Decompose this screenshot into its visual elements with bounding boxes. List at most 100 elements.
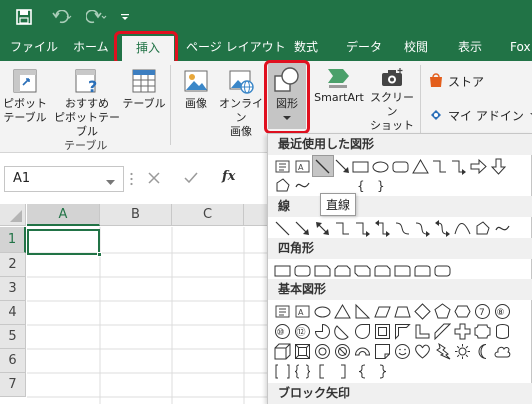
tab-file[interactable]: ファイル bbox=[10, 34, 58, 61]
right-bracket-icon[interactable] bbox=[334, 363, 351, 380]
fill-handle[interactable] bbox=[97, 252, 102, 257]
tab-fox[interactable]: Fox bbox=[510, 34, 531, 61]
freeform-icon[interactable] bbox=[474, 220, 491, 237]
elbow-double-arrow-connector-icon[interactable] bbox=[374, 220, 391, 237]
freeform-icon[interactable] bbox=[274, 177, 291, 194]
customize-qat-icon[interactable] bbox=[118, 0, 132, 34]
elbow-arrow-connector-icon[interactable] bbox=[450, 158, 467, 175]
double-bracket-icon[interactable] bbox=[274, 363, 291, 380]
tab-page-layout[interactable]: ページ レイアウト bbox=[186, 34, 286, 61]
text-box-icon[interactable] bbox=[274, 303, 291, 320]
snip-corner-rectangle-icon[interactable] bbox=[314, 262, 331, 279]
my-addins-button[interactable]: マイ アドイン bbox=[428, 105, 532, 125]
round-diagonal-rectangle-icon[interactable] bbox=[434, 262, 451, 279]
round-same-side-rectangle-icon[interactable] bbox=[414, 262, 431, 279]
vertical-text-box-icon[interactable]: A bbox=[294, 303, 311, 320]
text-box-icon[interactable] bbox=[274, 158, 291, 175]
tab-formulas[interactable]: 数式 bbox=[294, 34, 318, 61]
cancel-icon[interactable] bbox=[148, 172, 160, 187]
isosceles-triangle-icon[interactable] bbox=[334, 303, 351, 320]
save-icon[interactable] bbox=[14, 0, 34, 34]
sun-icon[interactable] bbox=[454, 343, 471, 360]
no-symbol-icon[interactable] bbox=[334, 343, 351, 360]
down-arrow-icon[interactable] bbox=[490, 158, 507, 175]
cross-icon[interactable] bbox=[454, 323, 471, 340]
folded-corner-icon[interactable] bbox=[374, 343, 391, 360]
elbow-connector-icon[interactable] bbox=[431, 158, 448, 175]
oval-icon[interactable] bbox=[372, 158, 389, 175]
recommended-pivot-button[interactable]: ? おすすめ ピボットテーブル bbox=[52, 67, 122, 139]
arrow-line-icon[interactable] bbox=[334, 158, 351, 175]
vertical-text-box-icon[interactable]: A bbox=[294, 158, 311, 175]
decagon-icon[interactable]: ⑩ bbox=[274, 323, 291, 340]
right-brace-icon[interactable] bbox=[374, 363, 391, 380]
plaque-icon[interactable] bbox=[474, 323, 491, 340]
curved-arrow-connector-icon[interactable] bbox=[414, 220, 431, 237]
frame-icon[interactable] bbox=[374, 323, 391, 340]
namebox-dropdown-icon[interactable] bbox=[106, 176, 115, 189]
heptagon-icon[interactable]: 7 bbox=[474, 303, 491, 320]
left-bracket-icon[interactable] bbox=[314, 363, 331, 380]
redo-icon[interactable] bbox=[84, 0, 110, 34]
left-brace-icon[interactable] bbox=[354, 363, 371, 380]
enter-icon[interactable] bbox=[184, 172, 198, 187]
trapezoid-icon[interactable] bbox=[394, 303, 411, 320]
donut-icon[interactable] bbox=[314, 343, 331, 360]
snip-diagonal-rectangle-icon[interactable] bbox=[354, 262, 371, 279]
right-arrow-icon[interactable] bbox=[470, 158, 487, 175]
rectangle-icon[interactable] bbox=[352, 158, 369, 175]
cube-icon[interactable] bbox=[274, 343, 291, 360]
curved-double-arrow-connector-icon[interactable] bbox=[434, 220, 451, 237]
tab-review[interactable]: 校閲 bbox=[404, 34, 428, 61]
round-corner-rectangle-icon[interactable] bbox=[394, 262, 411, 279]
can-icon[interactable] bbox=[494, 323, 511, 340]
heart-icon[interactable] bbox=[414, 343, 431, 360]
arrow-line-icon[interactable] bbox=[294, 220, 311, 237]
snip-round-rectangle-icon[interactable] bbox=[374, 262, 391, 279]
smiley-face-icon[interactable] bbox=[394, 343, 411, 360]
rounded-rectangle-icon[interactable] bbox=[392, 158, 409, 175]
tab-data[interactable]: データ bbox=[346, 34, 382, 61]
left-brace-icon[interactable]: { bbox=[352, 177, 369, 194]
table-button[interactable]: テーブル bbox=[122, 67, 166, 111]
diagonal-stripe-icon[interactable] bbox=[434, 323, 451, 340]
cloud-icon[interactable] bbox=[494, 343, 511, 360]
tab-view[interactable]: 表示 bbox=[458, 34, 482, 61]
scribble-icon[interactable] bbox=[494, 220, 511, 237]
block-arc-icon[interactable] bbox=[354, 343, 371, 360]
curved-connector-icon[interactable] bbox=[394, 220, 411, 237]
tab-home[interactable]: ホーム bbox=[73, 34, 109, 61]
smartart-button[interactable]: SmartArt bbox=[312, 67, 366, 105]
diamond-icon[interactable] bbox=[414, 303, 431, 320]
octagon-icon[interactable]: ⑧ bbox=[494, 303, 511, 320]
pentagon-icon[interactable] bbox=[434, 303, 451, 320]
undo-icon[interactable] bbox=[50, 0, 76, 34]
store-button[interactable]: ストア bbox=[428, 71, 484, 91]
snip-same-side-rectangle-icon[interactable] bbox=[334, 262, 351, 279]
double-arrow-line-icon[interactable] bbox=[314, 220, 331, 237]
triangle-icon[interactable] bbox=[412, 158, 429, 175]
elbow-connector-icon[interactable] bbox=[334, 220, 351, 237]
right-brace-icon[interactable]: } bbox=[372, 177, 389, 194]
lightning-bolt-icon[interactable] bbox=[434, 343, 451, 360]
l-shape-icon[interactable] bbox=[414, 323, 431, 340]
insert-function-button[interactable]: fx bbox=[222, 169, 235, 184]
pie-icon[interactable] bbox=[314, 323, 331, 340]
line-icon[interactable] bbox=[274, 220, 291, 237]
chord-icon[interactable] bbox=[334, 323, 351, 340]
elbow-arrow-connector-icon[interactable] bbox=[354, 220, 371, 237]
line-icon[interactable] bbox=[314, 158, 331, 175]
half-frame-icon[interactable] bbox=[394, 323, 411, 340]
right-triangle-icon[interactable] bbox=[354, 303, 371, 320]
rounded-rectangle-icon[interactable] bbox=[294, 262, 311, 279]
curve-icon[interactable] bbox=[454, 220, 471, 237]
pivot-table-button[interactable]: ピボット テーブル bbox=[2, 67, 48, 125]
oval-icon[interactable] bbox=[314, 303, 331, 320]
rectangle-icon[interactable] bbox=[274, 262, 291, 279]
online-image-button[interactable]: オンライン 画像 bbox=[216, 67, 266, 139]
teardrop-icon[interactable] bbox=[354, 323, 371, 340]
dodecagon-icon[interactable]: ⑫ bbox=[294, 323, 311, 340]
hexagon-icon[interactable] bbox=[454, 303, 471, 320]
parallelogram-icon[interactable] bbox=[374, 303, 391, 320]
bevel-icon[interactable] bbox=[294, 343, 311, 360]
